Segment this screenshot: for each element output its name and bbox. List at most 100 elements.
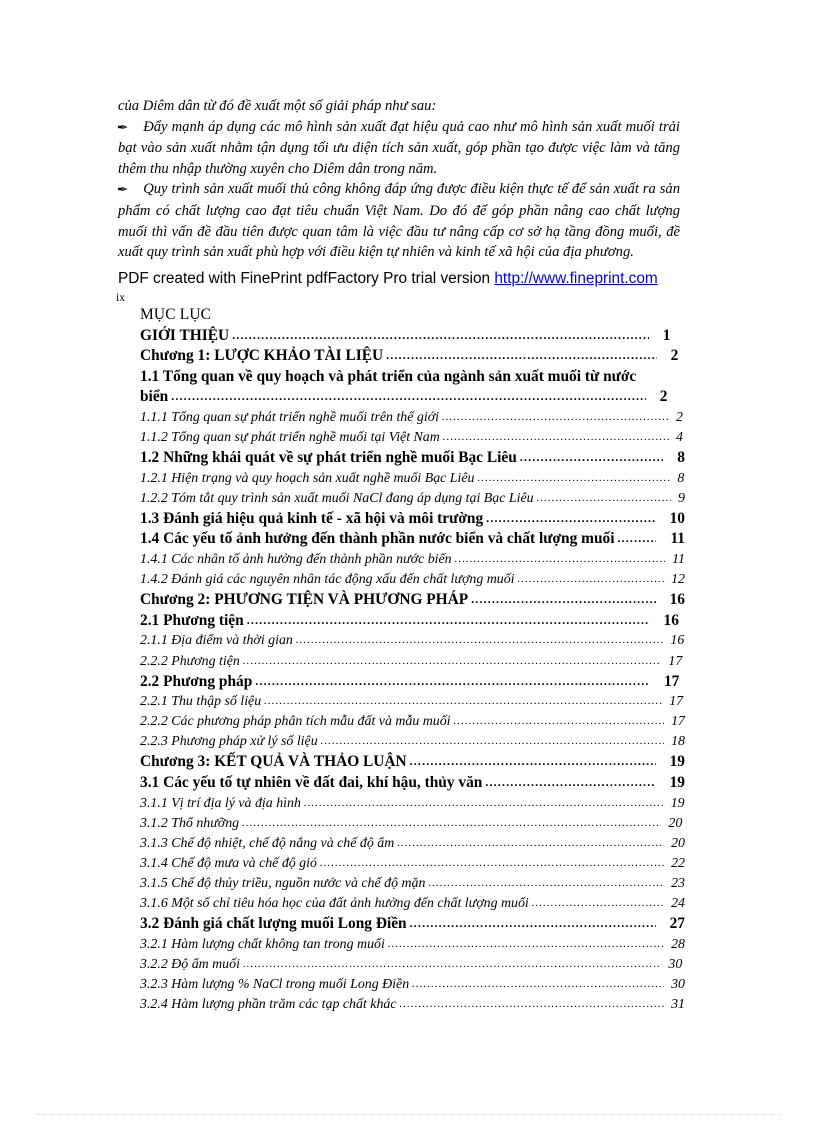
toc-leader-dots: ........................................… (397, 836, 664, 849)
prose-block: của Diêm dân từ đó đề xuất một số giải p… (116, 96, 680, 263)
toc-entry[interactable]: 3.1.5 Chế độ thủy triều, nguồn nước và c… (140, 874, 685, 894)
toc-entry[interactable]: 3.1.4 Chế độ mưa và chế độ gió..........… (140, 854, 685, 874)
toc-entry-label: 3.2.3 Hàm lượng % NaCl trong muối Long Đ… (140, 977, 410, 992)
toc-entry[interactable]: 3.2 Đánh giá chất lượng muối Long Điền..… (140, 914, 685, 935)
toc-page-number: 16 (669, 591, 685, 609)
toc-entry[interactable]: 3.2.2 Độ ẩm muối........................… (140, 955, 685, 975)
toc-entry-label: biển (140, 388, 169, 406)
toc-entry-label: 1.4 Các yếu tố ảnh hưởng đến thành phần … (140, 530, 615, 548)
toc-entry-label: 3.1 Các yếu tố tự nhiên về đất đai, khí … (140, 774, 483, 792)
toc-entry[interactable]: 2.1.1 Địa điểm và thời gian.............… (140, 631, 685, 651)
toc-leader-dots: ........................................… (255, 673, 650, 688)
toc-entry[interactable]: 1.4.2 Đánh giá các nguyên nhân tác động … (140, 570, 685, 590)
toc-entry-label: 2.2 Phương pháp (140, 672, 253, 690)
toc-entry[interactable]: 1.2 Những khái quát về sự phát triển ngh… (140, 448, 685, 469)
toc-page-number: 1 (662, 326, 671, 344)
toc-page-number: 19 (669, 753, 685, 771)
toc-entry[interactable]: 1.1.2 Tổng quan sự phát triển nghề muối … (140, 428, 685, 448)
toc-entry-label-wrapped[interactable]: 1.1 Tổng quan về quy hoạch và phát triển… (140, 367, 685, 388)
toc-leader-dots: ........................................… (386, 348, 656, 363)
toc-leader-dots: ........................................… (441, 410, 669, 423)
toc-entry[interactable]: GIỚI THIỆU..............................… (140, 326, 685, 347)
toc-page-number: 30 (671, 977, 685, 992)
toc-page-number: 24 (671, 896, 685, 912)
bullet-paragraph: ✒ Đẩy mạnh áp dụng các mô hình sản xuất đ… (116, 117, 680, 180)
toc-page-number: 20 (671, 835, 685, 851)
toc-entry[interactable]: 3.1 Các yếu tố tự nhiên về đất đai, khí … (140, 773, 685, 794)
toc-entry-label: 2.1.1 Địa điểm và thời gian (140, 633, 293, 649)
toc-entry[interactable]: 1.2.1 Hiện trạng và quy hoạch sản xuất n… (140, 469, 685, 489)
toc-page-number: 27 (669, 915, 685, 933)
toc-entry-label: 2.2.2 Các phương pháp phân tích mẫu đất … (140, 714, 451, 730)
toc-entry[interactable]: 2.2.2 Các phương pháp phân tích mẫu đất … (140, 712, 685, 732)
toc-entry[interactable]: Chương 3: KẾT QUẢ VÀ THẢO LUẬN..........… (140, 752, 685, 773)
toc-entry[interactable]: 3.2.1 Hàm lượng chất không tan trong muố… (140, 935, 685, 955)
toc-entry[interactable]: 3.2.3 Hàm lượng % NaCl trong muối Long Đ… (140, 975, 685, 995)
toc-entry[interactable]: 3.1.1 Vị trí địa lý và địa hình.........… (140, 794, 685, 814)
paragraph-text: Đẩy mạnh áp dụng các mô hình sản xuất đạ… (118, 118, 680, 177)
toc-entry[interactable]: 2.2.2 Phương tiện.......................… (140, 652, 685, 672)
toc-entry[interactable]: 3.1.3 Chế độ nhiệt, chế độ nắng và chế đ… (140, 834, 685, 854)
toc-leader-dots: ........................................… (519, 450, 664, 465)
toc-leader-dots: ........................................… (264, 695, 663, 708)
toc-entry[interactable]: 2.2.1 Thu thập số liệu..................… (140, 692, 685, 712)
toc-entry-label: 3.2 Đánh giá chất lượng muối Long Điền (140, 915, 407, 933)
toc-page-number: 10 (669, 509, 685, 527)
toc-page-number: 30 (668, 956, 683, 972)
toc-page-number: 17 (663, 672, 680, 690)
paragraph-continuation: của Diêm dân từ đó đề xuất một số giải p… (118, 96, 680, 117)
toc-leader-dots: ........................................… (486, 510, 655, 525)
toc-leader-dots: ........................................… (536, 491, 672, 504)
toc-entry-label: 1.3 Đánh giá hiệu quả kinh tế - xã hội v… (140, 509, 484, 527)
toc-entry[interactable]: biển....................................… (140, 387, 685, 408)
toc-entry-label: 2.1 Phương tiện (140, 611, 244, 629)
toc-leader-dots: ........................................… (399, 998, 665, 1011)
toc-page-number: 2 (659, 388, 668, 406)
toc-entry[interactable]: 2.1 Phương tiện.........................… (140, 611, 685, 632)
toc-page-number: 8 (677, 449, 685, 467)
toc-page-number: 19 (670, 795, 685, 811)
toc-entry[interactable]: 2.2 Phương pháp.........................… (140, 672, 685, 693)
toc-page-number: 16 (663, 611, 679, 629)
toc-entry[interactable]: 3.1.6 Một số chỉ tiêu hóa học của đất ản… (140, 894, 685, 914)
toc-page-number: 20 (668, 815, 683, 831)
toc-leader-dots: ........................................… (485, 775, 656, 790)
pen-bullet-icon: ✒ (116, 120, 129, 134)
toc-entry-label: Chương 2: PHƯƠNG TIỆN VÀ PHƯƠNG PHÁP (140, 591, 469, 609)
paragraph-text: Quy trình sản xuất muối thủ công không đ… (118, 181, 680, 261)
toc-page-number: 2 (676, 409, 683, 425)
toc-entry[interactable]: 1.4.1 Các nhân tố ảnh hưởng đến thành ph… (140, 550, 685, 570)
toc-page-number: 11 (670, 530, 685, 548)
toc-entry[interactable]: 3.1.2 Thổ nhưỡng........................… (140, 814, 685, 834)
toc-entry-label: 3.1.2 Thổ nhưỡng (140, 815, 240, 831)
toc-page-number: 31 (671, 997, 685, 1013)
toc-leader-dots: ........................................… (320, 735, 665, 748)
toc-leader-dots: ........................................… (409, 916, 656, 931)
toc-entry[interactable]: 2.2.3 Phương pháp xử lý số liệu.........… (140, 732, 685, 752)
toc-leader-dots: ........................................… (303, 796, 664, 809)
toc-entry[interactable]: 1.4 Các yếu tố ảnh hưởng đến thành phần … (140, 529, 685, 550)
toc-heading: MỤC LỤC (140, 306, 212, 323)
toc-entry[interactable]: Chương 1: LƯỢC KHẢO TÀI LIỆU............… (140, 346, 685, 367)
toc-entry-label: 1.2 Những khái quát về sự phát triển ngh… (140, 449, 517, 467)
toc-leader-dots: ........................................… (428, 877, 665, 890)
toc-leader-dots: ........................................… (617, 531, 656, 546)
toc-leader-dots: ........................................… (232, 327, 649, 342)
toc-entry[interactable]: Chương 2: PHƯƠNG TIỆN VÀ PHƯƠNG PHÁP....… (140, 590, 685, 611)
toc-entry-label: 3.2.2 Độ ẩm muối (140, 956, 240, 972)
page-folio: ix (116, 291, 126, 304)
toc-leader-dots: ........................................… (471, 592, 656, 607)
toc-entry-label: Chương 3: KẾT QUẢ VÀ THẢO LUẬN (140, 753, 407, 771)
toc-entry[interactable]: 1.1.1 Tổng quan sự phát triển nghề muối … (140, 408, 685, 428)
toc-entry-label: Chương 1: LƯỢC KHẢO TÀI LIỆU (140, 347, 384, 365)
toc-leader-dots: ........................................… (409, 754, 656, 769)
toc-entry-label: 1.2.1 Hiện trạng và quy hoạch sản xuất n… (140, 470, 475, 486)
toc-entry[interactable]: 3.2.4 Hàm lượng phần trăm các tạp chất k… (140, 995, 685, 1015)
fineprint-url-link[interactable]: http://www.fineprint.com (494, 270, 657, 287)
toc-entry[interactable]: 1.3 Đánh giá hiệu quả kinh tế - xã hội v… (140, 509, 685, 530)
pen-bullet-icon: ✒ (116, 183, 129, 197)
toc-entry-label: 1.2.2 Tóm tắt quy trình sản xuất muối Na… (140, 490, 534, 506)
toc-entry[interactable]: 1.2.2 Tóm tắt quy trình sản xuất muối Na… (140, 489, 685, 509)
toc-leader-dots: ........................................… (453, 715, 665, 728)
toc-entry-label: 1.4.2 Đánh giá các nguyên nhân tác động … (140, 572, 515, 588)
